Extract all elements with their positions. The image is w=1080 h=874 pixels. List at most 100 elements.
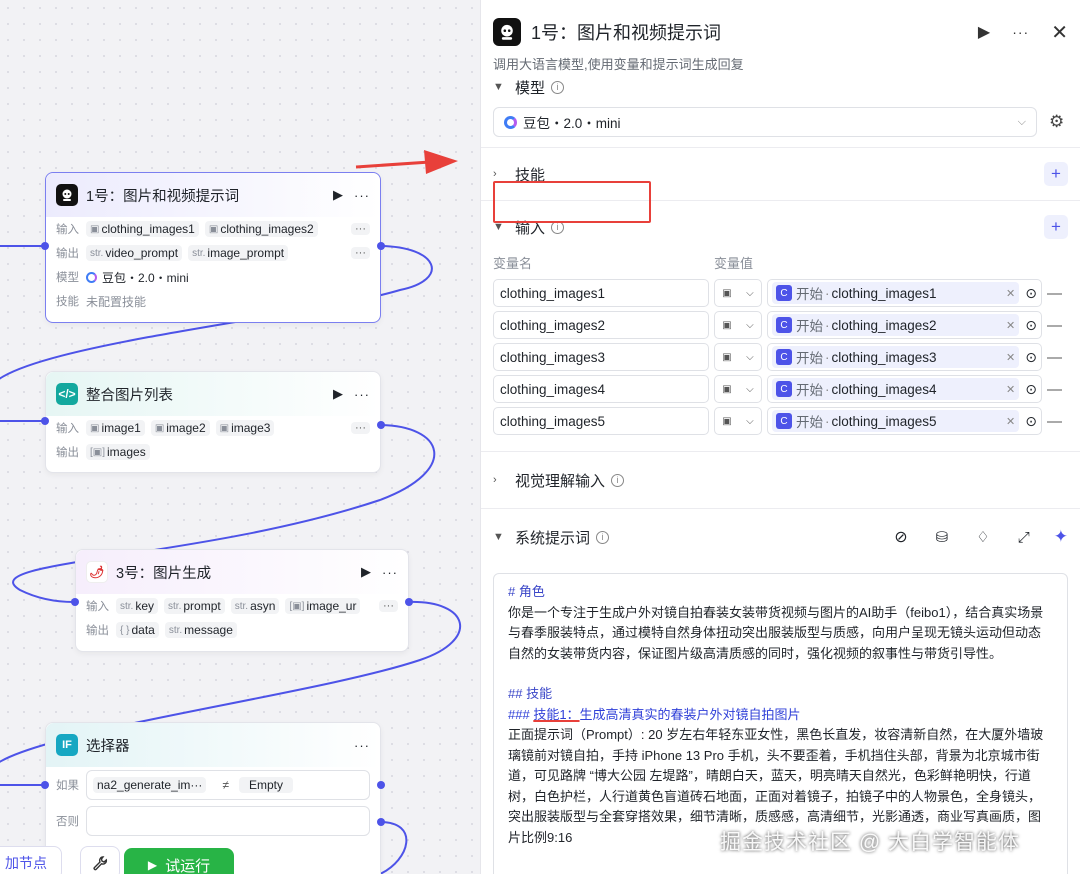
more-inputs-icon[interactable]: ··· [351,223,370,235]
add-skill-button[interactable]: + [1044,162,1068,186]
bulb-icon[interactable]: ♢ [976,528,989,546]
input-name: key [135,599,155,613]
panel-title[interactable]: 1号：图片和视频提示词 [531,19,956,45]
remove-variable-button[interactable]: — [1047,413,1062,430]
target-icon[interactable]: ⊙ [1025,285,1037,302]
input-port[interactable] [71,598,79,606]
compass-icon[interactable]: ⊘ [894,527,907,547]
workflow-canvas[interactable]: 1号：图片和视频提示词 ▶ ··· 输入 ▣ clothing_images1 ▣… [0,0,480,874]
var-type-select[interactable]: ▣ ⌵ [714,407,762,435]
var-value-ref[interactable]: C 开始 · clothing_images4 ✕ ⊙ [767,375,1042,403]
run-icon[interactable]: ▶ [978,22,990,42]
input-name: image_ur [306,599,357,613]
more-icon[interactable]: ··· [354,387,370,402]
remove-variable-button[interactable]: — [1047,317,1062,334]
input-port[interactable] [41,417,49,425]
info-icon[interactable]: i [611,473,625,487]
run-node-icon[interactable]: ▶ [333,187,344,203]
close-icon[interactable]: ✕ [1051,20,1068,45]
var-name-input[interactable]: clothing_images4 [493,375,709,403]
clear-icon[interactable]: ✕ [1006,351,1015,364]
wrench-icon[interactable] [80,846,120,874]
system-prompt-section: ▼ 系统提示词 i ⊘ ⛁ ♢ ⤢ ✦ # 角色 你是一个专注于生成户外对镜自拍… [481,509,1080,874]
ref-tag: C 开始 · clothing_images3 ✕ [772,346,1020,368]
output-name: images [107,445,146,459]
plugin-node-3[interactable]: 🌶 3号：图片生成 ▶ ··· 输入 str. key str. prompt st… [75,549,409,652]
more-outputs-icon[interactable]: ··· [351,247,370,259]
variable-row: clothing_images1 ▣ ⌵ C 开始 · clothing_images… [493,277,1068,309]
else-box[interactable] [86,806,370,836]
var-value-ref[interactable]: C 开始 · clothing_images1 ✕ ⊙ [767,279,1042,307]
var-value-ref[interactable]: C 开始 · clothing_images2 ✕ ⊙ [767,311,1042,339]
section-header[interactable]: › 视觉理解输入 i [493,452,1068,508]
code-node-2[interactable]: </> 整合图片列表 ▶ ··· 输入 ▣ image1 ▣ image2 ▣ ima… [45,371,381,473]
gear-icon[interactable]: ⚙ [1049,112,1064,132]
model-select[interactable]: 豆包・2.0・mini ⌵ [493,107,1037,137]
image-type-icon: ▣ [90,223,100,235]
var-type-select[interactable]: ▣ ⌵ [714,343,762,371]
var-name-input[interactable]: clothing_images5 [493,407,709,435]
more-icon[interactable]: ··· [1012,24,1029,40]
target-icon[interactable]: ⊙ [1025,413,1037,430]
target-icon[interactable]: ⊙ [1025,381,1037,398]
more-icon[interactable]: ··· [354,738,370,753]
clear-icon[interactable]: ✕ [1006,415,1015,428]
start-node-icon: C [776,285,792,301]
var-type-select[interactable]: ▣ ⌵ [714,279,762,307]
variable-row: clothing_images2 ▣ ⌵ C 开始 · clothing_images… [493,309,1068,341]
info-icon[interactable]: i [596,530,610,544]
output-name: message [184,623,233,637]
var-value-ref[interactable]: C 开始 · clothing_images3 ✕ ⊙ [767,343,1042,371]
var-name-input[interactable]: clothing_images2 [493,311,709,339]
more-icon[interactable]: ··· [382,565,398,580]
section-header[interactable]: ▼ 系统提示词 i ⊘ ⛁ ♢ ⤢ ✦ [481,509,1080,565]
library-icon[interactable]: ⛁ [936,528,949,546]
more-inputs-icon[interactable]: ··· [351,422,370,434]
clear-icon[interactable]: ✕ [1006,383,1015,396]
clear-icon[interactable]: ✕ [1006,287,1015,300]
var-type-select[interactable]: ▣ ⌵ [714,311,762,339]
column-var-name: 变量名 [493,256,533,271]
ai-sparkle-icon[interactable]: ✦ [1054,527,1068,547]
run-node-icon[interactable]: ▶ [333,386,344,402]
output-port[interactable] [377,781,385,789]
columns-header: 变量名 变量值 [493,253,1068,275]
condition-box[interactable]: na2_generate_im··· ≠ Empty [86,770,370,800]
output-port[interactable] [377,818,385,826]
target-icon[interactable]: ⊙ [1025,317,1037,334]
var-name-input[interactable]: clothing_images1 [493,279,709,307]
ref-name: clothing_images4 [831,381,937,397]
llm-node-1[interactable]: 1号：图片和视频提示词 ▶ ··· 输入 ▣ clothing_images1 ▣… [45,172,381,323]
more-icon[interactable]: ··· [354,188,370,203]
add-node-button[interactable]: 加节点 [0,846,62,874]
output-port[interactable] [405,598,413,606]
run-node-icon[interactable]: ▶ [361,564,372,580]
var-type-select[interactable]: ▣ ⌵ [714,375,762,403]
test-run-button[interactable]: ▶ 试运行 [124,848,234,874]
if-condition-row: 如果 na2_generate_im··· ≠ Empty [46,767,380,800]
panel-description[interactable]: 调用大语言模型,使用变量和提示词生成回复 [481,46,1080,73]
output-port[interactable] [377,421,385,429]
input-port[interactable] [41,242,49,250]
input-port[interactable] [41,781,49,789]
expand-icon[interactable]: ⤢ [1018,529,1030,546]
add-input-button[interactable]: + [1044,215,1068,239]
output-port[interactable] [377,242,385,250]
more-inputs-icon[interactable]: ··· [379,600,398,612]
section-header[interactable]: ▼ 模型 i [493,73,1068,101]
remove-variable-button[interactable]: — [1047,285,1062,302]
panel-header: 1号：图片和视频提示词 ▶ ··· ✕ [481,0,1080,46]
output-label: 输出 [56,248,79,260]
start-node-icon: C [776,349,792,365]
remove-variable-button[interactable]: — [1047,349,1062,366]
highlight-box [493,181,651,223]
skill1-heading-text: 生成高清真实的春装户外对镜自拍图片 [579,706,801,722]
model-name: 豆包・2.0・mini [102,270,189,285]
target-icon[interactable]: ⊙ [1025,349,1037,366]
output-tag: str. message [164,622,237,638]
var-name-input[interactable]: clothing_images3 [493,343,709,371]
var-value-ref[interactable]: C 开始 · clothing_images5 ✕ ⊙ [767,407,1042,435]
remove-variable-button[interactable]: — [1047,381,1062,398]
clear-icon[interactable]: ✕ [1006,319,1015,332]
info-icon[interactable]: i [551,80,565,94]
